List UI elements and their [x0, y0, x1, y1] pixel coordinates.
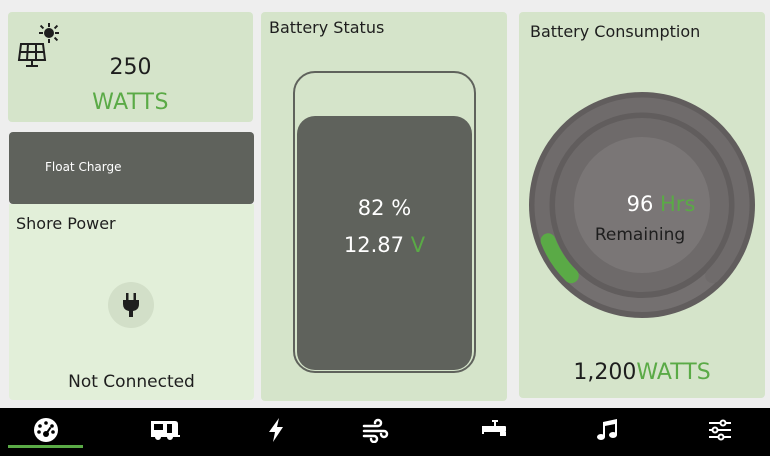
consumption-watts-unit: WATTS	[636, 360, 711, 385]
battery-percent-unit: %	[391, 196, 412, 220]
charge-status-label: Float Charge	[45, 160, 122, 174]
shore-power-title: Shore Power	[16, 214, 116, 233]
consumption-watts: 1,200WATTS	[519, 360, 765, 385]
sliders-icon	[709, 419, 731, 441]
battery-status-title: Battery Status	[269, 18, 385, 37]
nav-water[interactable]	[465, 408, 525, 452]
consumption-hours: 96 Hrs	[581, 192, 741, 216]
plug-button[interactable]	[108, 282, 154, 328]
charge-status-bar: Float Charge	[9, 132, 254, 204]
lightning-icon	[269, 418, 283, 442]
consumption-hours-value: 96	[626, 192, 654, 216]
solar-watts-unit: WATTS	[92, 90, 169, 115]
shore-power-card: Shore Power Not Connected	[9, 204, 254, 400]
battery-percent: 82 %	[297, 196, 472, 220]
nav-climate[interactable]	[345, 408, 405, 452]
solar-card: 250 WATTS	[8, 12, 253, 122]
battery-consumption-title: Battery Consumption	[530, 22, 701, 41]
nav-settings[interactable]	[690, 408, 750, 452]
battery-voltage-value: 12.87	[343, 233, 405, 257]
consumption-hours-unit: Hrs	[660, 192, 696, 216]
faucet-icon	[482, 420, 506, 436]
plug-icon	[123, 293, 139, 317]
nav-active-indicator	[8, 445, 83, 448]
shore-power-status: Not Connected	[68, 372, 195, 392]
nav-music[interactable]	[578, 408, 638, 452]
battery-voltage: 12.87 V	[297, 233, 472, 257]
consumption-watts-value: 1,200	[573, 360, 637, 385]
consumption-remaining-label: Remaining	[594, 225, 686, 245]
battery-percent-value: 82	[357, 196, 385, 220]
battery-status-card: Battery Status 82 % 12.87 V	[261, 12, 507, 401]
battery-consumption-card: Battery Consumption 96 Hrs Remaining 1,2…	[519, 12, 765, 398]
camper-icon	[151, 421, 180, 440]
nav-power[interactable]	[246, 408, 306, 452]
dashboard-icon	[34, 418, 58, 442]
battery-voltage-unit: V	[410, 233, 426, 257]
nav-camper[interactable]	[135, 408, 195, 452]
wind-icon	[362, 418, 389, 443]
bottom-nav	[0, 408, 770, 456]
solar-watts-value: 250	[109, 55, 152, 80]
music-icon	[597, 419, 617, 440]
